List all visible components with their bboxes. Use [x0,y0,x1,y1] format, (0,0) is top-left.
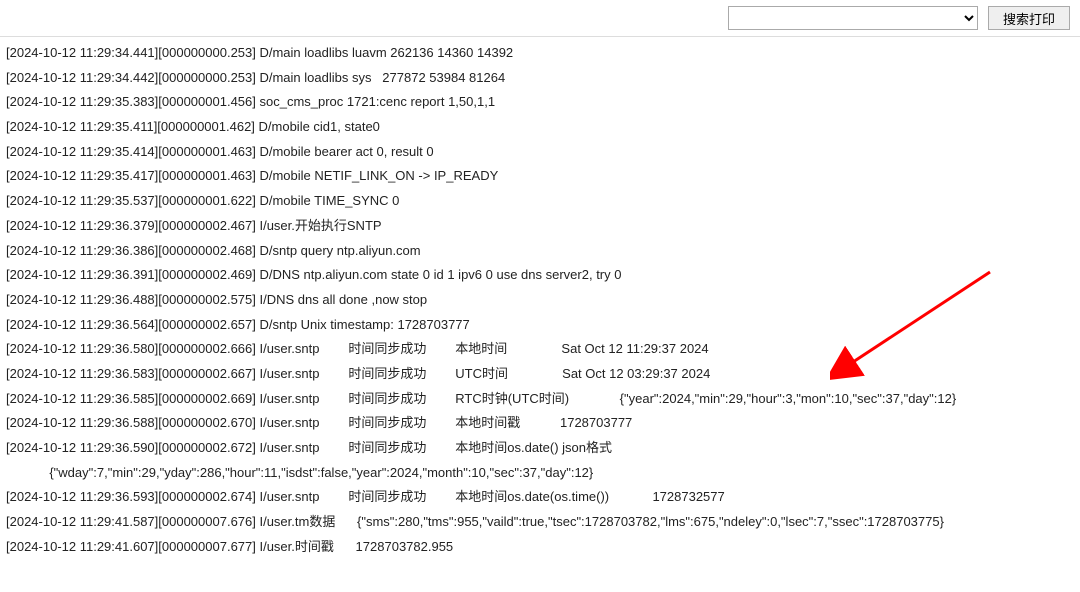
log-line: [2024-10-12 11:29:35.417][000000001.463]… [6,164,1074,189]
log-line: [2024-10-12 11:29:41.607][000000007.677]… [6,535,1074,560]
log-line: [2024-10-12 11:29:36.583][000000002.667]… [6,362,1074,387]
toolbar: 搜索打印 [0,0,1080,37]
filter-select[interactable] [728,6,978,30]
log-line: [2024-10-12 11:29:35.414][000000001.463]… [6,140,1074,165]
log-output: [2024-10-12 11:29:34.441][000000000.253]… [0,37,1080,563]
log-line: [2024-10-12 11:29:36.580][000000002.666]… [6,337,1074,362]
log-line: [2024-10-12 11:29:36.585][000000002.669]… [6,387,1074,412]
log-line: [2024-10-12 11:29:36.379][000000002.467]… [6,214,1074,239]
log-line: [2024-10-12 11:29:36.593][000000002.674]… [6,485,1074,510]
log-line: [2024-10-12 11:29:36.488][000000002.575]… [6,288,1074,313]
log-line: [2024-10-12 11:29:35.383][000000001.456]… [6,90,1074,115]
log-line: [2024-10-12 11:29:35.411][000000001.462]… [6,115,1074,140]
search-print-button[interactable]: 搜索打印 [988,6,1070,30]
log-line: [2024-10-12 11:29:36.386][000000002.468]… [6,239,1074,264]
log-line: [2024-10-12 11:29:41.587][000000007.676]… [6,510,1074,535]
log-line: {"wday":7,"min":29,"yday":286,"hour":11,… [6,461,1074,486]
log-line: [2024-10-12 11:29:35.537][000000001.622]… [6,189,1074,214]
log-line: [2024-10-12 11:29:34.442][000000000.253]… [6,66,1074,91]
log-line: [2024-10-12 11:29:36.391][000000002.469]… [6,263,1074,288]
log-line: [2024-10-12 11:29:36.564][000000002.657]… [6,313,1074,338]
log-line: [2024-10-12 11:29:34.441][000000000.253]… [6,41,1074,66]
log-line: [2024-10-12 11:29:36.588][000000002.670]… [6,411,1074,436]
log-line: [2024-10-12 11:29:36.590][000000002.672]… [6,436,1074,461]
